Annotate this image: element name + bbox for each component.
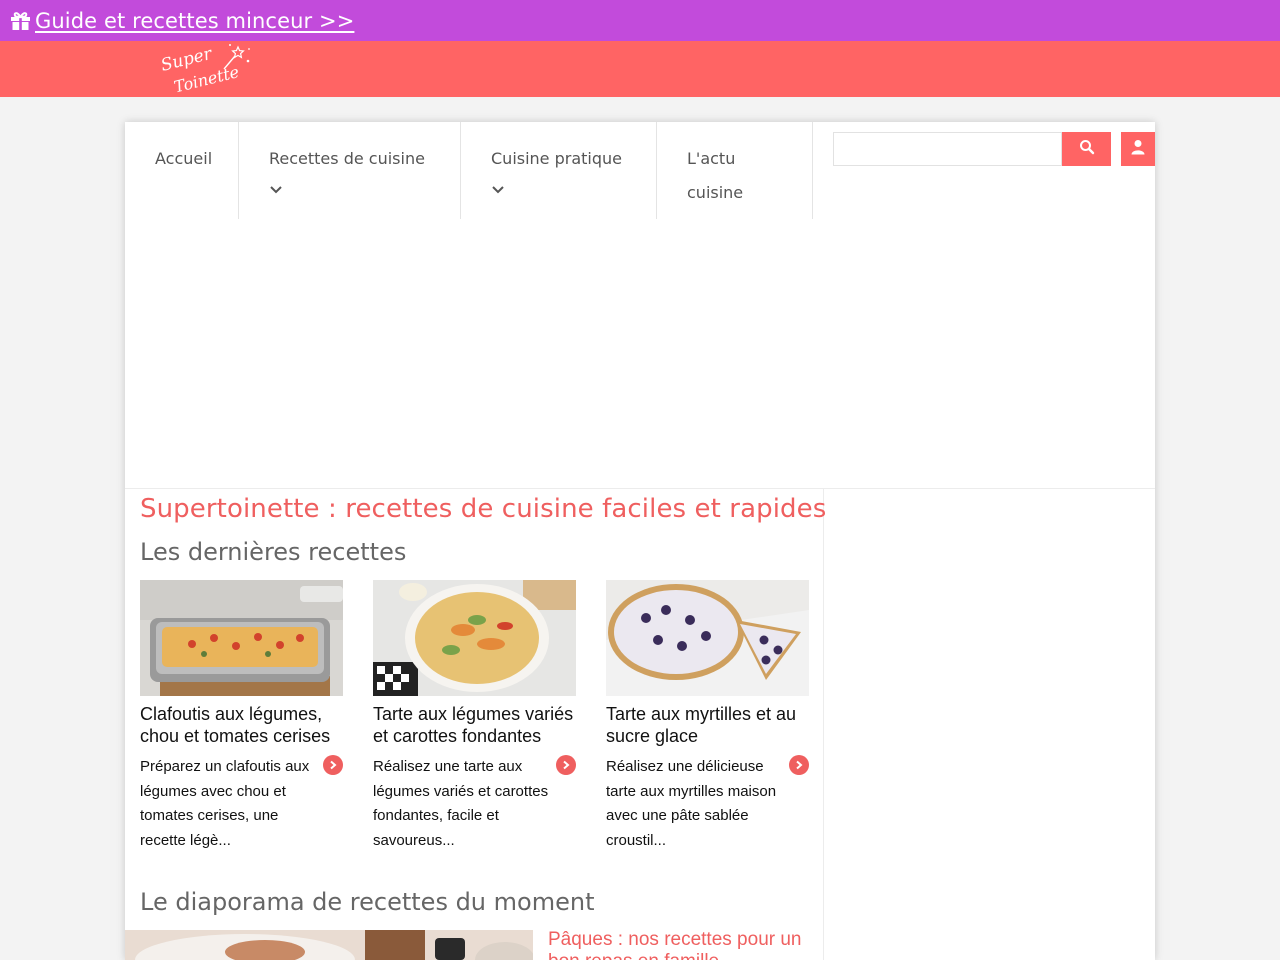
recipe-description: Réalisez une délicieuse tarte aux myrtil… <box>606 758 777 849</box>
recipe-list: Clafoutis aux légumes, chou et tomates c… <box>140 580 809 880</box>
nav-item-label: L'actu cuisine <box>687 149 744 202</box>
recipe-thumbnail[interactable] <box>373 580 576 696</box>
nav-item-label: Cuisine pratique <box>491 149 623 168</box>
search-icon <box>1079 139 1095 159</box>
latest-recipes-heading: Les dernières recettes <box>140 538 407 566</box>
nav-item-actu-cuisine[interactable]: L'actu cuisine <box>657 122 813 219</box>
search-input[interactable] <box>833 132 1062 166</box>
chevron-down-icon[interactable] <box>491 177 505 197</box>
chevron-right-icon[interactable] <box>789 755 809 775</box>
search-button[interactable] <box>1062 132 1111 166</box>
slideshow-item-title[interactable]: Pâques : nos recettes pour un bon repas … <box>548 929 808 960</box>
main-column: Supertoinette : recettes de cuisine faci… <box>125 489 827 960</box>
recipe-description: Préparez un clafoutis aux légumes avec c… <box>140 758 310 849</box>
ad-space <box>125 219 1155 489</box>
nav-item-cuisine-pratique[interactable]: Cuisine pratique <box>461 122 657 219</box>
nav-item-label: Accueil <box>155 149 213 168</box>
recipe-thumbnail[interactable] <box>140 580 343 696</box>
account-button[interactable] <box>1121 132 1155 166</box>
chevron-right-icon[interactable] <box>323 755 343 775</box>
recipe-title[interactable]: Tarte aux myrtilles et au sucre glace <box>606 704 809 747</box>
recipe-title[interactable]: Clafoutis aux légumes, chou et tomates c… <box>140 704 343 747</box>
recipe-thumbnail[interactable] <box>606 580 809 696</box>
recipe-card: Clafoutis aux légumes, chou et tomates c… <box>140 580 343 853</box>
nav-item-accueil[interactable]: Accueil <box>125 122 239 219</box>
recipe-card: Tarte aux myrtilles et au sucre glace Ré… <box>606 580 809 853</box>
nav-item-label: Recettes de cuisine <box>269 149 425 168</box>
recipe-card: Tarte aux légumes variés et carottes fon… <box>373 580 576 853</box>
recipe-description: Réalisez une tarte aux légumes variés et… <box>373 758 549 849</box>
promo-link[interactable]: Guide et recettes minceur >> <box>35 9 354 33</box>
brand-bar: Super Toinette <box>0 41 1280 97</box>
promo-bar: Guide et recettes minceur >> <box>0 0 1280 41</box>
chevron-right-icon[interactable] <box>556 755 576 775</box>
main-nav: Accueil Recettes de cuisine Cuisine prat… <box>125 122 813 219</box>
user-icon <box>1130 139 1146 159</box>
sidebar <box>825 489 1155 960</box>
recipe-title[interactable]: Tarte aux légumes variés et carottes fon… <box>373 704 576 747</box>
slideshow-heading: Le diaporama de recettes du moment <box>140 888 595 916</box>
page-title: Supertoinette : recettes de cuisine faci… <box>140 494 827 524</box>
page-container: Accueil Recettes de cuisine Cuisine prat… <box>125 122 1155 960</box>
nav-item-recettes-de-cuisine[interactable]: Recettes de cuisine <box>239 122 461 219</box>
chevron-down-icon[interactable] <box>269 177 283 197</box>
slideshow-image[interactable] <box>125 930 533 960</box>
gift-icon <box>10 10 31 31</box>
site-logo[interactable]: Super Toinette <box>158 41 254 97</box>
